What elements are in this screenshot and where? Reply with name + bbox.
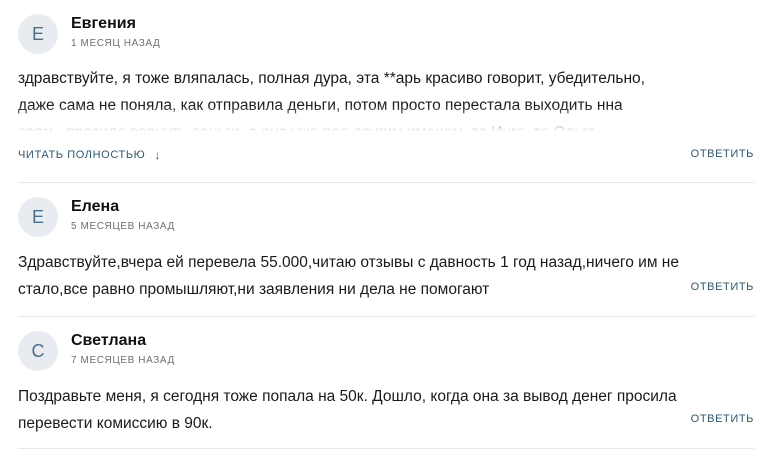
avatar: С <box>18 331 58 371</box>
read-more-button[interactable]: Читать полностью ↓ <box>18 148 161 162</box>
read-more-label: Читать полностью <box>18 149 146 161</box>
comment-meta: Светлана 7 месяцев назад <box>71 329 175 366</box>
comment: Е Евгения 1 месяц назад здравствуйте, я … <box>18 0 754 183</box>
comment-meta: Евгения 1 месяц назад <box>71 12 160 49</box>
comment-header: Е Елена 5 месяцев назад <box>18 195 754 237</box>
comment-header: С Светлана 7 месяцев назад <box>18 329 754 371</box>
comment-text: Поздравьте меня, я сегодня тоже попала н… <box>18 388 677 432</box>
avatar: Е <box>18 197 58 237</box>
author-name: Евгения <box>71 15 136 32</box>
comment: Е Елена 5 месяцев назад Здравствуйте,вче… <box>18 183 754 317</box>
comment-text: здравствуйте, я тоже вляпалась, полная д… <box>18 65 754 131</box>
comments-list: Е Евгения 1 месяц назад здравствуйте, я … <box>0 0 768 465</box>
comment-date: 1 месяц назад <box>71 38 161 49</box>
comment: С Светлана 7 месяцев назад Поздравьте ме… <box>18 317 754 449</box>
avatar: Е <box>18 14 58 54</box>
author-name: Елена <box>71 198 120 215</box>
author-name: Светлана <box>71 332 147 349</box>
comment-header: Е Евгения 1 месяц назад <box>18 12 754 54</box>
arrow-down-icon: ↓ <box>154 148 161 162</box>
reply-button[interactable]: Ответить <box>691 281 754 293</box>
comment-text: Здравствуйте,вчера ей перевела 55.000,чи… <box>18 254 679 298</box>
reply-button[interactable]: Ответить <box>691 413 754 425</box>
comment-date: 5 месяцев назад <box>71 221 175 232</box>
reply-button[interactable]: Ответить <box>691 148 754 160</box>
comment-meta: Елена 5 месяцев назад <box>71 195 175 232</box>
comment-date: 7 месяцев назад <box>71 355 175 366</box>
